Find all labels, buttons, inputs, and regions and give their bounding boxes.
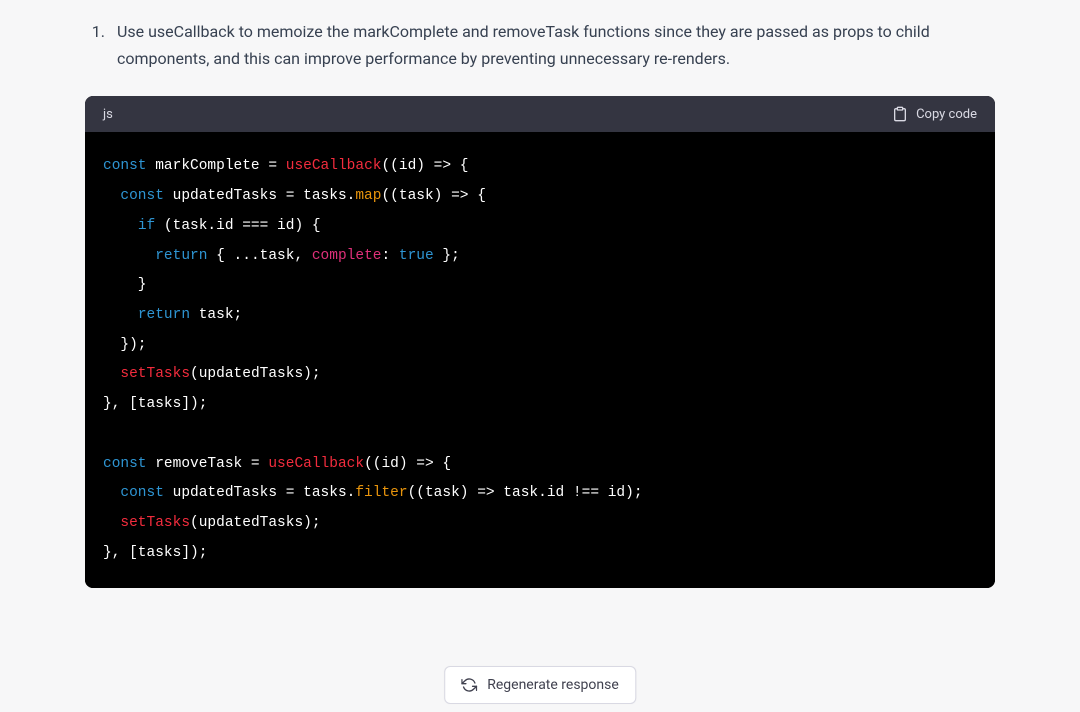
list-text: Use useCallback to memoize the markCompl…: [117, 18, 995, 72]
code-block: js Copy code const markComplete = useCal…: [85, 96, 995, 588]
code-body[interactable]: const markComplete = useCallback((id) =>…: [85, 132, 995, 588]
copy-code-label: Copy code: [916, 107, 977, 122]
copy-code-button[interactable]: Copy code: [892, 106, 977, 122]
code-header: js Copy code: [85, 96, 995, 132]
message-content: 1. Use useCallback to memoize the markCo…: [0, 18, 1080, 588]
ordered-list-item: 1. Use useCallback to memoize the markCo…: [85, 18, 995, 72]
regenerate-icon: [461, 677, 477, 693]
regenerate-label: Regenerate response: [487, 677, 619, 693]
clipboard-icon: [892, 106, 908, 122]
code-language-label: js: [103, 107, 113, 122]
list-number: 1.: [85, 18, 105, 72]
regenerate-response-button[interactable]: Regenerate response: [444, 666, 636, 704]
